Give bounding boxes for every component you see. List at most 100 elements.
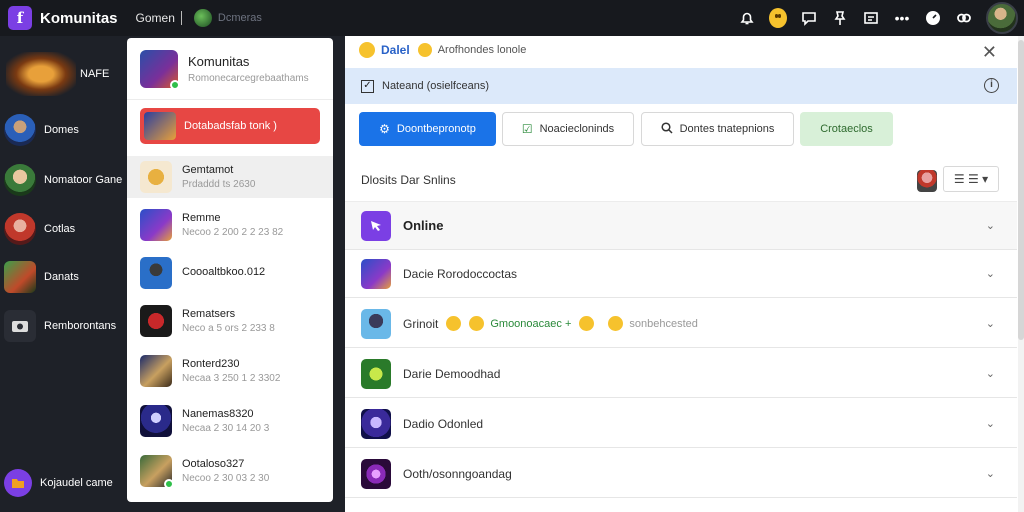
notification-user[interactable]: Dalel [381, 43, 410, 57]
chevron-down-icon[interactable]: ⌄ [986, 367, 995, 380]
info-text: Nateand (osielfceans) [382, 80, 490, 92]
chevron-down-icon[interactable]: ⌄ [986, 467, 995, 480]
pin-icon[interactable] [831, 9, 849, 27]
group-row[interactable]: Ooth/osonngoandag ⌄ [345, 450, 1017, 498]
chat-icon[interactable] [800, 9, 818, 27]
list-item[interactable]: Remme Necoo 2 200 2 2 23 82 [127, 204, 333, 246]
channel-thumbnail [144, 112, 176, 140]
highlighted-channel-button[interactable]: Dotabadsfab tonk ) [140, 108, 320, 144]
list-item[interactable]: Nanemas8320 Necaa 2 30 14 20 3 [127, 400, 333, 442]
list-item-thumbnail [140, 355, 172, 387]
chevron-down-icon[interactable]: ⌄ [986, 219, 995, 232]
list-item[interactable]: Rematsers Neco a 5 ors 2 233 8 [127, 300, 333, 342]
settings-icon: ⚙ [379, 122, 390, 136]
emoji-icon [608, 316, 624, 331]
sidebar-item-avatar [4, 213, 36, 245]
app-logo-icon[interactable]: f [8, 6, 32, 30]
emoji-icon [359, 42, 375, 58]
list-item-title: Coooaltbkoo.012 [182, 265, 266, 278]
tab-sub-label[interactable]: Dcmeras [218, 12, 262, 24]
list-item-subtitle: Necoo 2 200 2 2 23 82 [182, 227, 284, 238]
group-row[interactable]: Grinoit Gmoonoacaec + sonbehcested ⌄ [345, 300, 1017, 348]
search-icon [661, 121, 673, 137]
list-item-subtitle: Prdaddd ts 2630 [182, 179, 256, 190]
link-icon[interactable] [955, 9, 973, 27]
sidebar-item-label: Domes [44, 124, 79, 136]
sidebar-item-kojaudel[interactable]: Kojaudel came [4, 469, 113, 497]
checkbox-icon[interactable]: ✓ [361, 79, 374, 93]
list-item-title: Ronterd230 [182, 358, 240, 370]
group-row-online[interactable]: Online ⌄ [345, 202, 1017, 250]
group-row[interactable]: Darie Demoodhad ⌄ [345, 350, 1017, 398]
group-label: Grinoit [403, 316, 439, 331]
community-title: Komunitas [188, 53, 250, 69]
sidebar-item-danats[interactable]: Danats [4, 261, 79, 293]
list-item-thumbnail [140, 455, 174, 489]
list-item-subtitle: Necaa 2 30 14 20 3 [182, 423, 270, 434]
sidebar-item-label: Remborontans [44, 320, 117, 332]
group-thumbnail [361, 458, 391, 489]
green-action-button[interactable]: Crotaeclos [800, 112, 893, 146]
group-thumbnail [361, 308, 391, 339]
primary-action-button[interactable]: ⚙ Doontbepronotp [359, 112, 496, 146]
sidebar-item-label: Danats [44, 271, 79, 283]
close-icon[interactable]: ✕ [982, 42, 997, 63]
group-label: Ooth/osonngoandag [403, 466, 512, 481]
search-action-button[interactable]: Dontes tnatepnions [641, 112, 794, 146]
list-item[interactable]: Gemtamot Prdaddd ts 2630 [127, 156, 333, 198]
sidebar-item-remborontans[interactable]: Remborontans [4, 310, 116, 342]
group-row[interactable]: Dadio Odonled ⌄ [345, 400, 1017, 448]
list-item-thumbnail [140, 257, 172, 289]
list-item-subtitle: Necaa 3 250 1 2 3302 [182, 373, 281, 384]
sidebar-item-cotlas[interactable]: Cotlas [4, 213, 75, 245]
notification-bar: Dalel Arofhondes lonole ✕ [345, 36, 1017, 64]
left-sidebar: NAFE Domes Nomatoor Gane Cotlas Danats R… [0, 36, 126, 512]
more-icon[interactable]: ••• [893, 9, 911, 27]
community-list-panel: Komunitas Romonecarcegrebaathams Dotabad… [127, 38, 333, 502]
info-bar: ✓ Nateand (osielfceans) i [345, 68, 1017, 104]
chevron-down-icon[interactable]: ⌄ [986, 317, 995, 330]
list-item[interactable]: Ronterd230 Necaa 3 250 1 2 3302 [127, 350, 333, 392]
section-avatar[interactable] [917, 170, 937, 192]
main-scrollbar[interactable] [1018, 36, 1024, 512]
group-note-text: sonbehcested [629, 317, 698, 330]
checkbox-icon: ☑ [521, 122, 533, 136]
list-item[interactable]: Ootaloso327 Necoo 2 30 03 2 30 [127, 450, 333, 492]
group-label: Dadio Odonled [403, 416, 484, 431]
group-status-text: Gmoonoacaec + [490, 317, 572, 330]
featured-game-thumbnail[interactable] [6, 52, 76, 96]
secondary-action-button[interactable]: ☑ Noaciecloninds [502, 112, 634, 146]
list-item-thumbnail [140, 405, 172, 437]
chevron-down-icon[interactable]: ⌄ [986, 417, 995, 430]
emoji-icon[interactable] [769, 8, 787, 28]
list-item-title: Rematsers [182, 308, 236, 320]
primary-action-label: Doontbepronotp [396, 123, 476, 135]
chevron-down-icon[interactable]: ⌄ [986, 267, 995, 280]
list-item-thumbnail [140, 161, 172, 193]
community-header[interactable]: Komunitas Romonecarcegrebaathams [127, 38, 333, 100]
list-item[interactable]: Coooaltbkoo.012 [127, 252, 333, 294]
sidebar-item-domes[interactable]: Domes [4, 114, 79, 146]
info-icon[interactable]: i [984, 78, 999, 93]
community-subtitle: Romonecarcegrebaathams [188, 72, 309, 84]
clock-icon[interactable] [924, 9, 942, 27]
view-menu-dropdown[interactable]: ☰ ☰ ▾ [943, 166, 999, 192]
bell-icon[interactable] [738, 9, 756, 27]
user-avatar[interactable] [986, 2, 1018, 34]
search-action-label: Dontes tnatepnions [679, 123, 775, 135]
list-item-thumbnail [140, 209, 172, 241]
list-item-title: Gemtamot [182, 164, 234, 176]
list-item-title: Nanemas8320 [182, 408, 254, 420]
sidebar-item-label: Kojaudel came [40, 477, 113, 489]
sidebar-item-nomatoor[interactable]: Nomatoor Gane [4, 164, 122, 196]
group-label: Darie Demoodhad [403, 366, 501, 381]
notification-text: Arofhondes lonole [437, 44, 527, 56]
group-row[interactable]: Dacie Rorodoccoctas ⌄ [345, 250, 1017, 298]
tab-gomen[interactable]: Gomen [136, 11, 175, 25]
featured-game-label[interactable]: NAFE [80, 68, 109, 80]
group-label: Dacie Rorodoccoctas [403, 266, 518, 281]
tab-avatar[interactable] [193, 9, 212, 27]
message-icon[interactable] [862, 9, 880, 27]
secondary-action-label: Noaciecloninds [539, 123, 615, 135]
list-item-subtitle: Necoo 2 30 03 2 30 [182, 473, 270, 484]
